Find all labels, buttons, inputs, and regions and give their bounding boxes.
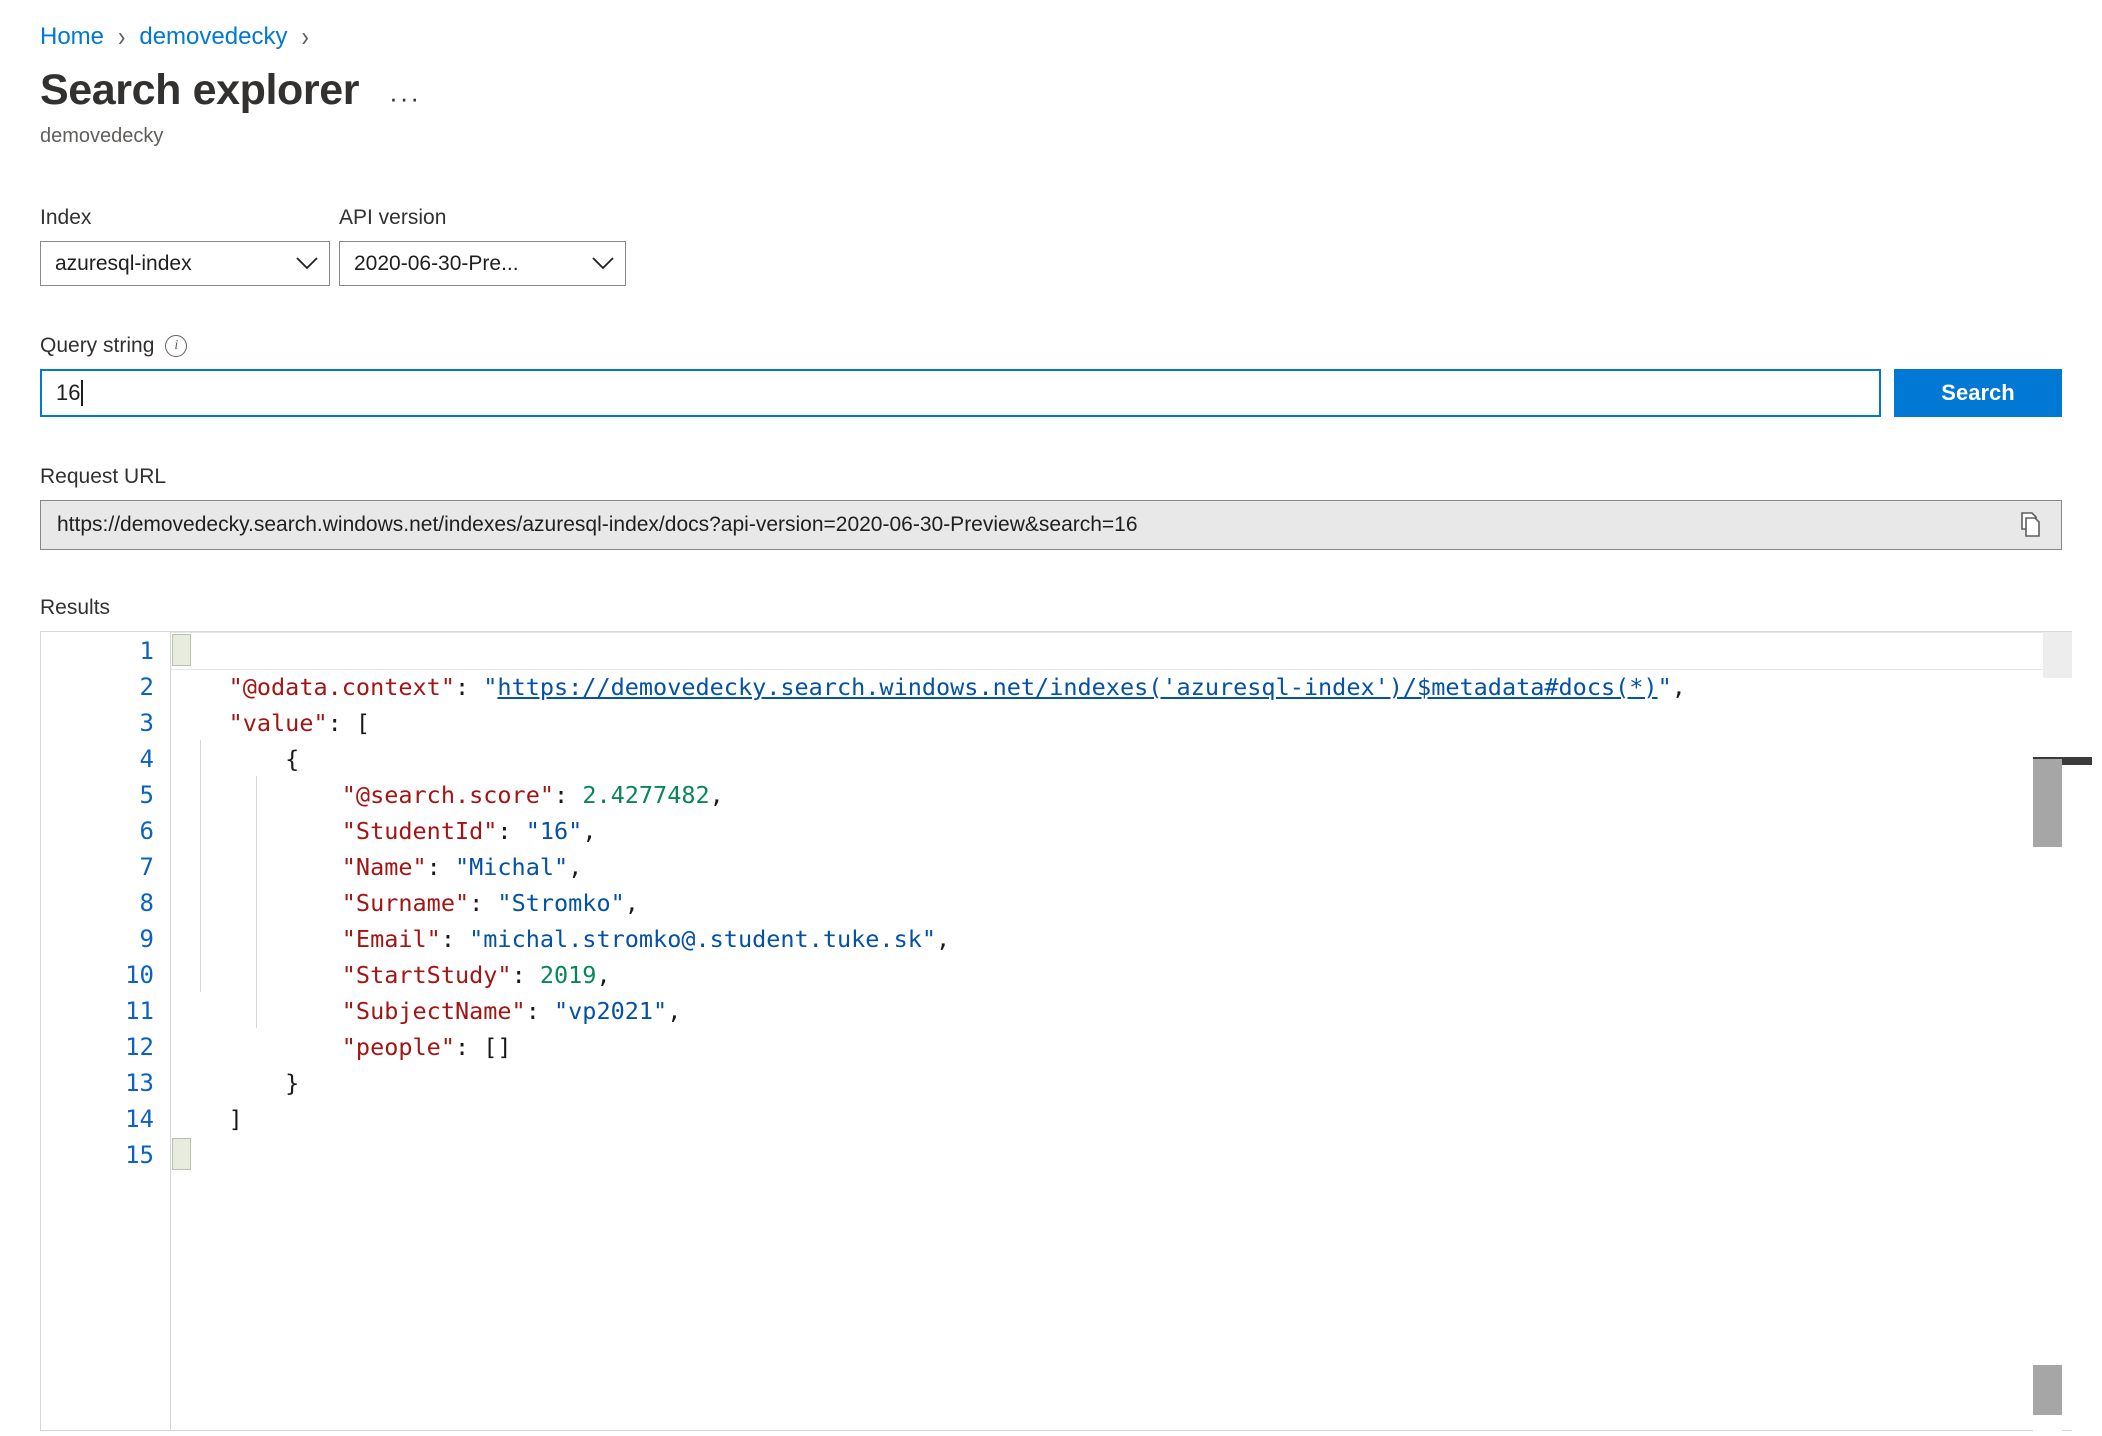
index-field-group: Index azuresql-index: [40, 206, 330, 286]
info-icon[interactable]: i: [165, 335, 187, 357]
page-title: Search explorer: [40, 68, 359, 113]
line-number: 15: [44, 1137, 154, 1173]
code-line: "Surname": "Stromko",: [172, 885, 639, 921]
api-version-select-value: 2020-06-30-Pre...: [354, 252, 581, 276]
title-row: Search explorer ···: [40, 68, 2062, 113]
breadcrumb-item-demovedecky[interactable]: demovedecky: [139, 23, 287, 51]
scrollbar-thumb[interactable]: [2033, 759, 2062, 847]
results-json-editor[interactable]: 123456789101112131415 { "@odata.context"…: [40, 631, 2072, 1431]
breadcrumb-item-home[interactable]: Home: [40, 23, 104, 51]
text-caret: [81, 380, 83, 406]
breadcrumb: Home › demovedecky ›: [40, 0, 2062, 56]
vertical-scrollbar[interactable]: [2033, 757, 2062, 1436]
code-line: "Email": "michal.stromko@.student.tuke.s…: [172, 921, 950, 957]
line-number: 13: [44, 1065, 154, 1101]
search-input-value: 16: [56, 380, 80, 406]
scrollbar-overview-marker: [2033, 1365, 2062, 1415]
chevron-down-icon: [285, 257, 329, 271]
json-code: { "@odata.context": "https://demovedecky…: [172, 632, 2072, 1430]
chevron-right-icon: ›: [118, 23, 125, 51]
code-line: "people": []: [172, 1029, 512, 1065]
line-number: 8: [44, 885, 154, 921]
request-url-box[interactable]: https://demovedecky.search.windows.net/i…: [40, 500, 2062, 550]
code-line: "@search.score": 2.4277482,: [172, 777, 724, 813]
line-number: 12: [44, 1029, 154, 1065]
line-number: 6: [44, 813, 154, 849]
copy-icon[interactable]: [2013, 507, 2049, 543]
line-number: 2: [44, 669, 154, 705]
request-url-value: https://demovedecky.search.windows.net/i…: [57, 513, 2013, 537]
line-number-gutter: 123456789101112131415: [41, 632, 171, 1430]
query-string-label-row: Query string i: [40, 334, 2062, 358]
line-number: 4: [44, 741, 154, 777]
chevron-down-icon: [581, 257, 625, 271]
code-line: "StudentId": "16",: [172, 813, 596, 849]
line-number: 9: [44, 921, 154, 957]
search-explorer-page: Home › demovedecky › Search explorer ···…: [0, 0, 2102, 1436]
code-line: }: [172, 1065, 299, 1101]
line-number: 11: [44, 993, 154, 1029]
line-number: 1: [44, 633, 154, 669]
line-number: 10: [44, 957, 154, 993]
more-actions-button[interactable]: ···: [389, 85, 421, 111]
scroll-track-shadow: [2043, 632, 2072, 678]
results-label: Results: [40, 596, 2062, 620]
search-input[interactable]: 16: [40, 369, 1881, 417]
index-select[interactable]: azuresql-index: [40, 241, 330, 286]
selects-row: Index azuresql-index API version 2020-06…: [40, 206, 2062, 286]
query-string-label: Query string: [40, 334, 154, 358]
code-line: ]: [172, 1101, 243, 1137]
search-button[interactable]: Search: [1894, 369, 2062, 417]
code-line: "Name": "Michal",: [172, 849, 582, 885]
api-version-label: API version: [339, 206, 626, 230]
code-line: "value": [: [172, 705, 370, 741]
page-subtitle: demovedecky: [40, 125, 2062, 148]
code-line: "StartStudy": 2019,: [172, 957, 611, 993]
line-number: 5: [44, 777, 154, 813]
code-line: {: [172, 741, 299, 777]
index-label: Index: [40, 206, 330, 230]
query-row: 16 Search: [40, 369, 2062, 417]
index-select-value: azuresql-index: [55, 252, 285, 276]
api-version-select[interactable]: 2020-06-30-Pre...: [339, 241, 626, 286]
bracket-match-close: [172, 1138, 191, 1170]
code-line: "SubjectName": "vp2021",: [172, 993, 681, 1029]
line-number: 3: [44, 705, 154, 741]
line-number: 7: [44, 849, 154, 885]
request-url-label: Request URL: [40, 465, 2062, 489]
chevron-right-icon-2: ›: [301, 23, 308, 51]
api-version-field-group: API version 2020-06-30-Pre...: [339, 206, 626, 286]
code-line: "@odata.context": "https://demovedecky.s…: [172, 669, 1686, 705]
bracket-match-open: [172, 634, 191, 666]
line-number: 14: [44, 1101, 154, 1137]
